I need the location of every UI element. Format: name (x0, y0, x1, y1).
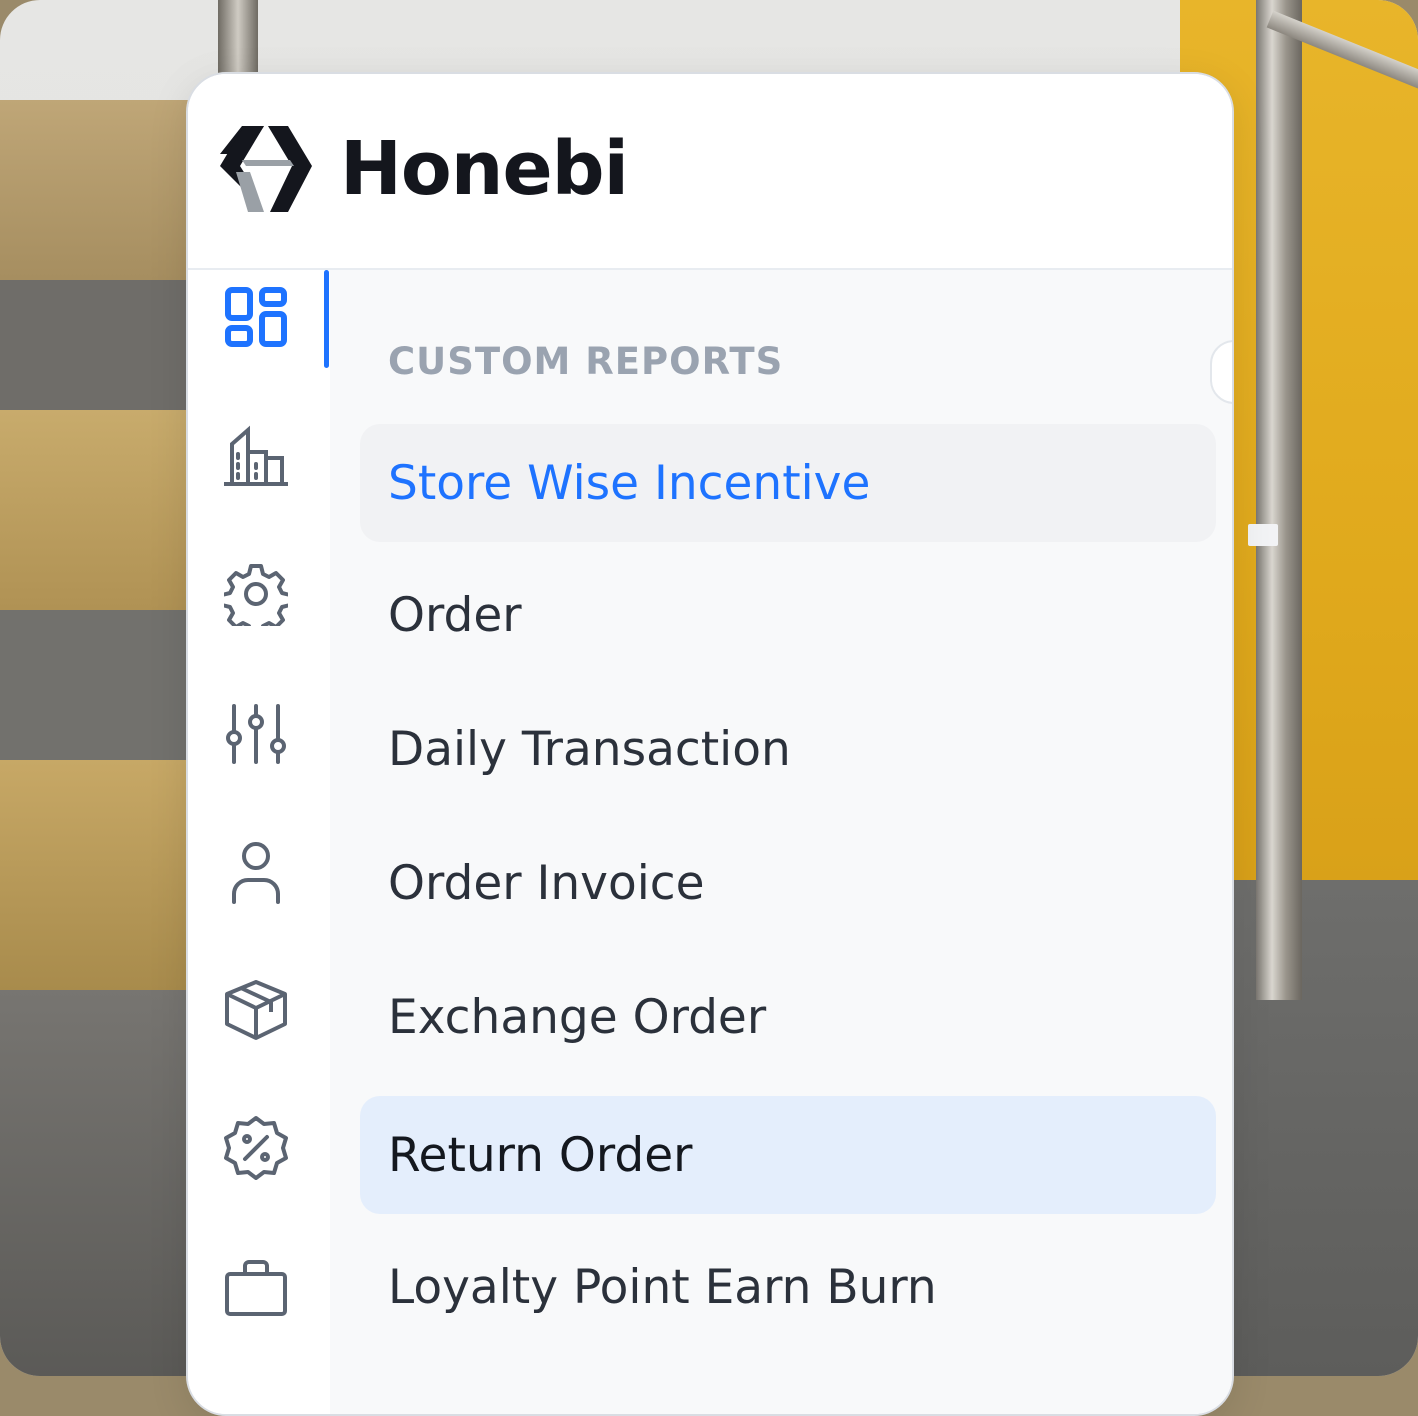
active-indicator (324, 270, 329, 368)
collapse-toggle-button[interactable] (1210, 340, 1232, 404)
menu-item-order-invoice[interactable]: Order Invoice (360, 824, 1216, 942)
rail-item-products[interactable] (220, 974, 292, 1046)
dashboard-grid-icon (225, 287, 287, 347)
box-icon (225, 980, 287, 1040)
menu-item-exchange-order[interactable]: Exchange Order (360, 958, 1216, 1076)
report-menu-panel: CUSTOM REPORTS Store Wise Incentive Orde… (330, 270, 1232, 1414)
rail-item-dashboard[interactable] (220, 282, 292, 354)
sidebar-header: Honebi (188, 74, 1232, 270)
menu-item-loyalty-point-earn-burn[interactable]: Loyalty Point Earn Burn (360, 1228, 1216, 1346)
buildings-icon (224, 425, 288, 486)
app-sidebar-card: Honebi CUSTOM REPORTS Store Wise Incenti… (186, 72, 1234, 1416)
rail-item-settings[interactable] (220, 558, 292, 630)
menu-item-return-order[interactable]: Return Order (360, 1096, 1216, 1214)
menu-item-order[interactable]: Order (360, 556, 1216, 674)
menu-item-store-wise-incentive[interactable]: Store Wise Incentive (360, 424, 1216, 542)
rail-item-stores[interactable] (220, 420, 292, 492)
gear-icon (224, 564, 288, 626)
rail-item-orders[interactable] (220, 1252, 292, 1324)
section-title: CUSTOM REPORTS (388, 340, 784, 383)
shopping-bag-icon (225, 1260, 287, 1316)
honebi-logo-icon (220, 126, 312, 212)
icon-rail (188, 270, 330, 1414)
scroll-thumb[interactable] (1248, 524, 1278, 546)
menu-item-daily-transaction[interactable]: Daily Transaction (360, 690, 1216, 808)
background-pole (1256, 0, 1302, 1000)
sliders-icon (226, 704, 286, 764)
discount-badge-icon (224, 1116, 288, 1180)
rail-item-filters[interactable] (220, 698, 292, 770)
rail-item-offers[interactable] (220, 1112, 292, 1184)
rail-item-users[interactable] (220, 836, 292, 908)
user-icon (232, 842, 280, 904)
brand-name: Honebi (340, 126, 629, 212)
